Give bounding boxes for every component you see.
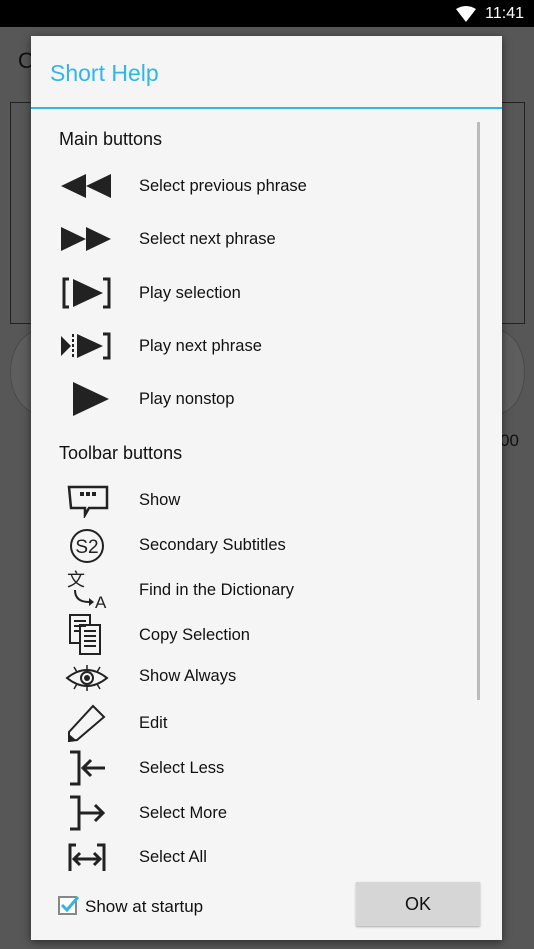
short-help-dialog: Short Help Main buttons Select previous … [31,36,502,940]
help-item: Copy Selection [59,614,459,655]
select-more-icon [70,795,106,831]
help-item: Show Always [59,664,459,704]
copy-icon [69,614,101,655]
select-less-icon [70,750,105,786]
svg-text:S2: S2 [75,537,98,558]
help-item: Select All [59,843,459,883]
eye-icon [65,665,109,691]
help-item: S2 Secondary Subtitles [59,528,459,568]
help-item: Select previous phrase [59,172,459,212]
section-toolbar-buttons: Toolbar buttons [59,443,183,463]
pencil-icon [68,704,106,743]
checkmark-icon [60,896,80,913]
status-bar: 11:41 [0,0,534,27]
select-all-icon [68,843,106,871]
clock: 11:41 [485,5,524,22]
play-selection-icon [62,277,111,309]
wifi-icon [456,6,476,22]
dialog-title: Short Help [50,60,159,86]
help-item: 文A Find in the Dictionary [59,568,459,610]
section-main-buttons: Main buttons [59,129,163,149]
help-item: Play nonstop [59,380,459,420]
play-next-phrase-icon [61,332,111,360]
show-at-startup-label[interactable]: Show at startup [85,897,203,917]
help-item: Select More [59,795,459,835]
background-text: 00 [500,431,519,450]
help-item: Play next phrase [59,330,459,370]
previous-phrase-icon [61,174,111,198]
s2-icon: S2 [70,529,104,563]
title-divider [31,107,502,109]
svg-text:文: 文 [67,570,85,591]
translate-icon: 文A [67,570,107,610]
play-icon [73,382,109,416]
help-item: Select next phrase [59,225,459,265]
help-item: Select Less [59,750,459,790]
help-item: Edit [59,704,459,744]
ok-button[interactable]: OK [356,882,480,926]
help-item: Show [59,484,459,524]
svg-text:A: A [95,593,107,610]
speech-bubble-icon [67,485,109,518]
next-phrase-icon [61,227,111,251]
help-item: Play selection [59,276,459,316]
scrollbar[interactable] [477,122,480,700]
show-at-startup-checkbox[interactable] [58,896,80,915]
